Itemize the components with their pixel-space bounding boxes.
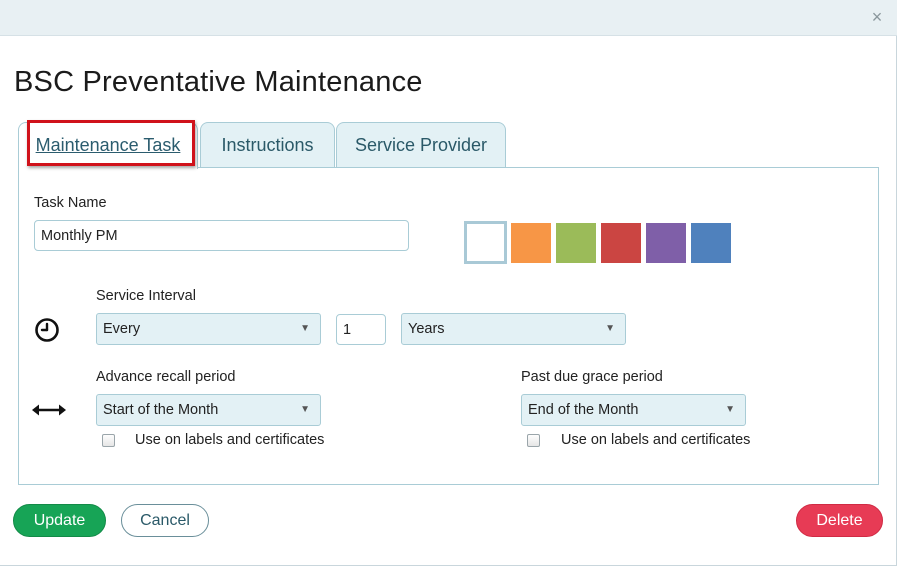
- past-due-value: End of the Month: [528, 402, 639, 418]
- task-name-input[interactable]: [34, 220, 409, 251]
- interval-count-input[interactable]: [336, 314, 386, 345]
- update-button[interactable]: Update: [13, 504, 106, 537]
- dropdown-arrow-icon: ▼: [725, 404, 735, 415]
- tab-label: Service Provider: [354, 135, 488, 155]
- advance-recall-value: Start of the Month: [103, 402, 219, 418]
- color-swatch-green[interactable]: [556, 223, 596, 263]
- tab-label: Maintenance Task: [35, 135, 181, 155]
- past-due-select[interactable]: End of the Month ▼: [521, 394, 746, 426]
- color-swatch-white[interactable]: [464, 221, 507, 264]
- close-icon[interactable]: ×: [867, 7, 887, 27]
- service-interval-label: Service Interval: [96, 288, 196, 304]
- delete-button[interactable]: Delete: [796, 504, 883, 537]
- interval-unit-select[interactable]: Years ▼: [401, 313, 626, 345]
- interval-mode-value: Every: [103, 321, 141, 337]
- tab-maintenance-task[interactable]: Maintenance Task: [18, 122, 198, 169]
- color-swatch-red[interactable]: [601, 223, 641, 263]
- color-swatch-blue[interactable]: [691, 223, 731, 263]
- past-due-checkbox[interactable]: [527, 434, 540, 447]
- past-due-checkbox-label: Use on labels and certificates: [561, 432, 751, 448]
- advance-recall-label: Advance recall period: [96, 369, 236, 385]
- dropdown-arrow-icon: ▼: [300, 323, 310, 334]
- advance-recall-checkbox[interactable]: [102, 434, 115, 447]
- color-swatch-orange[interactable]: [511, 223, 551, 263]
- tab-instructions[interactable]: Instructions: [200, 122, 335, 168]
- past-due-label: Past due grace period: [521, 369, 663, 385]
- dialog-title-bar: ×: [0, 0, 897, 36]
- color-swatch-purple[interactable]: [646, 223, 686, 263]
- cancel-button[interactable]: Cancel: [121, 504, 209, 537]
- clock-icon: [35, 318, 59, 342]
- advance-recall-select[interactable]: Start of the Month ▼: [96, 394, 321, 426]
- dropdown-arrow-icon: ▼: [300, 404, 310, 415]
- dropdown-arrow-icon: ▼: [605, 323, 615, 334]
- tab-service-provider[interactable]: Service Provider: [336, 122, 506, 168]
- maintenance-dialog: × BSC Preventative Maintenance Maintenan…: [0, 0, 897, 566]
- task-name-label: Task Name: [34, 195, 107, 211]
- interval-unit-value: Years: [408, 321, 445, 337]
- advance-recall-checkbox-label: Use on labels and certificates: [135, 432, 325, 448]
- interval-mode-select[interactable]: Every ▼: [96, 313, 321, 345]
- double-arrow-icon: [32, 404, 66, 416]
- page-title: BSC Preventative Maintenance: [14, 66, 423, 98]
- tab-label: Instructions: [221, 135, 314, 155]
